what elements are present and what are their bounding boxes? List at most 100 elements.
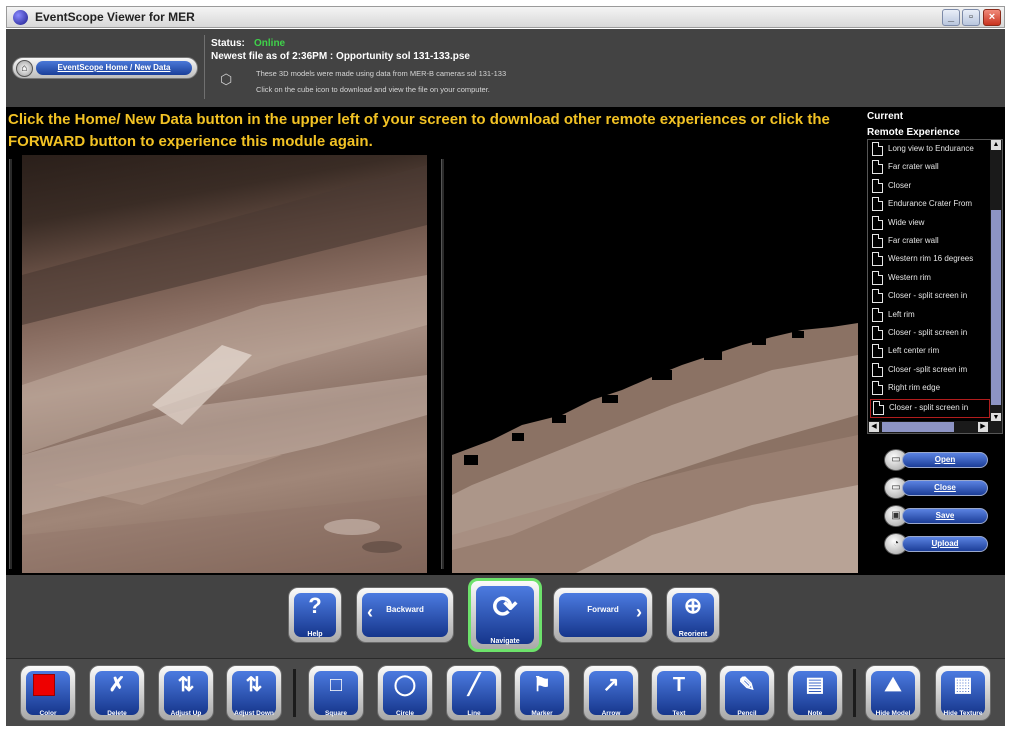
window-title: EventScope Viewer for MER <box>35 10 195 24</box>
experience-list-item[interactable]: Endurance Crater From <box>870 196 990 215</box>
minimize-button[interactable]: _ <box>942 9 960 26</box>
experience-list-item[interactable]: Right rim edge <box>870 380 990 399</box>
color-tool-button[interactable]: Color <box>20 665 76 721</box>
help-button[interactable]: ? Help <box>288 587 342 643</box>
marker-tool-button[interactable]: ⚑ Marker <box>514 665 570 721</box>
left-terrain-image <box>22 165 427 573</box>
experience-list-item[interactable]: Closer - split screen in <box>870 325 990 344</box>
reorient-label: Reorient <box>678 631 708 638</box>
left-view-slider[interactable] <box>9 159 12 569</box>
info-line-2: Click on the cube icon to download and v… <box>256 85 490 94</box>
arrow-tool-label: Arrow <box>601 710 621 717</box>
pencil-tool-button[interactable]: ✎ Pencil <box>719 665 775 721</box>
upload-button[interactable]: ◔ Upload <box>884 533 988 555</box>
arrow-icon: ↗ <box>602 674 620 696</box>
instruction-text: Click the Home/ New Data button in the u… <box>8 111 830 150</box>
pencil-tool-label: Pencil <box>737 710 757 717</box>
text-icon: T <box>672 674 686 696</box>
right-view-slider[interactable] <box>441 159 444 569</box>
marker-tool-label: Marker <box>531 710 553 717</box>
experience-list-item[interactable]: Left center rim <box>870 343 990 362</box>
experience-list-item[interactable]: Long view to Endurance <box>870 141 990 160</box>
help-icon: ? <box>308 593 322 618</box>
experience-list-item[interactable]: Western rim <box>870 270 990 289</box>
text-tool-label: Text <box>672 710 686 717</box>
experience-item-label: Endurance Crater From <box>888 199 973 209</box>
square-icon: □ <box>329 674 343 696</box>
window-titlebar: EventScope Viewer for MER _ ▫ × <box>6 6 1005 28</box>
home-new-data-button[interactable]: ⌂ EventScope Home / New Data <box>12 57 198 79</box>
app-icon <box>13 10 28 25</box>
experience-list-item[interactable]: Far crater wall <box>870 233 990 252</box>
hide-texture-icon: ▦ <box>953 674 973 696</box>
scroll-right-arrow[interactable]: ▶ <box>978 422 988 432</box>
open-label: Open <box>902 452 988 468</box>
navigate-icon: ⟳ <box>492 591 518 624</box>
scroll-thumb-vertical[interactable] <box>991 210 1001 405</box>
adjust-up-tool-button[interactable]: ⇅ Adjust Up <box>158 665 214 721</box>
experience-list-item[interactable]: Closer <box>870 178 990 197</box>
save-button[interactable]: ▣ Save <box>884 505 988 527</box>
navigate-button[interactable]: ⟳ Navigate <box>468 578 542 652</box>
maximize-button[interactable]: ▫ <box>962 9 980 26</box>
hide-model-tool-button[interactable]: ⛰ Hide Model <box>865 665 921 721</box>
crosshair-icon: ⊕ <box>683 593 703 618</box>
help-label: Help <box>307 631 323 638</box>
status-label: Status: <box>211 38 245 49</box>
left-3d-viewport[interactable] <box>22 155 427 573</box>
delete-tool-button[interactable]: ✗ Delete <box>89 665 145 721</box>
close-window-button[interactable]: × <box>983 9 1001 26</box>
list-horizontal-scrollbar[interactable]: ◀ ▶ <box>868 421 1002 433</box>
right-3d-viewport[interactable] <box>452 155 858 573</box>
experience-list[interactable]: Closer - split screen in Right rim edge Cl… <box>867 139 1003 434</box>
backward-button[interactable]: ‹ Backward <box>356 587 454 643</box>
scroll-thumb-horizontal[interactable] <box>882 422 954 432</box>
scroll-up-arrow[interactable]: ▲ <box>991 140 1001 150</box>
arrow-tool-button[interactable]: ↗ Arrow <box>583 665 639 721</box>
experience-list-item[interactable]: Wide view <box>870 215 990 234</box>
close-button[interactable]: ▭ Close <box>884 477 988 499</box>
document-icon <box>873 400 884 415</box>
text-tool-button[interactable]: T Text <box>651 665 707 721</box>
cube-download-icon[interactable]: ⬡ <box>220 71 236 87</box>
color-tool-label: Color <box>39 710 57 717</box>
open-button[interactable]: ▭ Open <box>884 449 988 471</box>
adjust-down-tool-button[interactable]: ⇅ Adjust Down <box>226 665 282 721</box>
square-tool-button[interactable]: □ Square <box>308 665 364 721</box>
header-divider <box>204 35 205 99</box>
experience-list-item[interactable]: Closer -split screen im <box>870 362 990 381</box>
list-vertical-scrollbar[interactable]: ▲ ▼ <box>990 140 1002 423</box>
newest-file-text: Newest file as of 2:36PM : Opportunity s… <box>211 51 470 62</box>
toolbar-separator <box>853 669 856 717</box>
forward-button[interactable]: › Forward <box>553 587 653 643</box>
experience-item-label: Closer - split screen in <box>889 402 969 412</box>
experience-title-line1: Current <box>867 111 904 122</box>
experience-item-label: Closer <box>888 180 912 190</box>
document-icon <box>872 326 883 340</box>
main-view-area: Click the Home/ New Data button in the u… <box>6 107 1005 575</box>
circle-icon: ◯ <box>393 674 417 696</box>
experience-item-label: Left center rim <box>888 346 940 356</box>
experience-list-item[interactable]: Left rim <box>870 307 990 326</box>
document-icon <box>872 160 883 175</box>
experience-list-item[interactable]: Far crater wall <box>870 159 990 178</box>
scroll-left-arrow[interactable]: ◀ <box>869 422 879 432</box>
document-icon <box>872 289 883 304</box>
note-tool-button[interactable]: ▤ Note <box>787 665 843 721</box>
document-icon <box>872 142 883 156</box>
experience-list-item[interactable]: Closer - split screen in <box>870 398 990 418</box>
circle-tool-button[interactable]: ◯ Circle <box>377 665 433 721</box>
experience-list-item[interactable]: Western rim 16 degrees <box>870 251 990 270</box>
document-icon <box>872 215 883 230</box>
note-icon: ▤ <box>805 674 825 696</box>
hide-texture-tool-button[interactable]: ▦ Hide Texture <box>935 665 991 721</box>
color-swatch-icon <box>33 674 55 696</box>
lock-icon: ⌂ <box>16 60 33 77</box>
reorient-button[interactable]: ⊕ Reorient <box>666 587 720 643</box>
line-icon: ╱ <box>467 674 481 696</box>
info-line-1: These 3D models were made using data fro… <box>256 69 507 78</box>
navigation-toolbar: ? Help ‹ Backward ⟳ Navigate › Forward ⊕… <box>6 575 1005 658</box>
experience-item-label: Long view to Endurance <box>888 144 974 153</box>
experience-list-item[interactable]: Closer - split screen in <box>870 288 990 307</box>
line-tool-button[interactable]: ╱ Line <box>446 665 502 721</box>
